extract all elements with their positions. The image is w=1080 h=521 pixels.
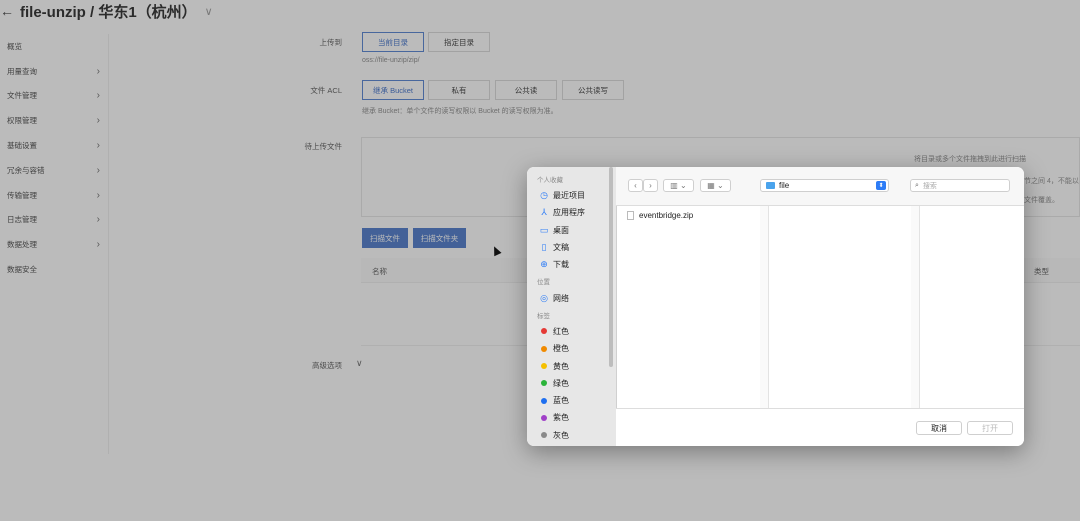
finder-sidebar-item[interactable]: ◷ 最近项目: [527, 187, 616, 204]
finder-tag-label: 黄色: [553, 361, 569, 371]
path-label: file: [779, 181, 790, 190]
chevron-left-icon: ‹: [634, 181, 637, 190]
tag-color-dot-icon: [541, 363, 547, 370]
search-field[interactable]: ⌕ 搜索: [910, 179, 1010, 192]
dialog-footer: 取消 打开: [616, 408, 1024, 446]
tag-color-dot-icon: [541, 328, 547, 335]
file-picker-dialog: 个人收藏 ◷ 最近项目 ⅄ 应用程序 ▭ 桌面 ▯ 文稿 ⊕ 下载位置 ◎ 网络标签 红色橙色黄色绿色蓝色…: [527, 167, 1024, 446]
open-button[interactable]: 打开: [967, 421, 1013, 435]
file-name: eventbridge.zip: [639, 211, 694, 220]
finder-tag-item[interactable]: 红色: [527, 323, 616, 340]
finder-tag-item[interactable]: 蓝色: [527, 392, 616, 409]
forward-button[interactable]: ›: [643, 179, 658, 192]
cancel-button[interactable]: 取消: [916, 421, 962, 435]
search-icon: ⌕: [915, 181, 919, 189]
finder-tag-item[interactable]: 紫色: [527, 409, 616, 426]
updown-arrows-icon: ⬍: [876, 181, 886, 190]
path-popup[interactable]: file ⬍: [760, 179, 889, 192]
finder-toolbar: ‹ › ▥ ⌄ ▦ ⌄ file ⬍ ⌕ 搜索: [616, 167, 1024, 206]
desktop-icon: ▭: [539, 224, 549, 235]
zip-file-icon: [627, 211, 634, 220]
finder-section-title: 位置: [537, 279, 550, 287]
tag-color-dot-icon: [541, 380, 547, 387]
browser-column-1: eventbridge.zip: [616, 206, 761, 408]
finder-tag-label: 红色: [553, 326, 569, 336]
finder-sidebar-item[interactable]: ▭ 桌面: [527, 222, 616, 239]
file-item[interactable]: eventbridge.zip: [627, 211, 693, 220]
download-icon: ⊕: [540, 259, 548, 270]
tag-color-dot-icon: [541, 345, 547, 352]
finder-sidebar-label: 桌面: [553, 225, 569, 235]
finder-tag-item[interactable]: 绿色: [527, 375, 616, 392]
finder-tag-label: 绿色: [553, 378, 569, 388]
finder-sidebar-item[interactable]: ▯ 文稿: [527, 239, 616, 256]
column-view-button[interactable]: ▥ ⌄: [663, 179, 694, 192]
finder-sidebar-label: 文稿: [553, 243, 569, 253]
finder-sidebar-item[interactable]: ⅄ 应用程序: [527, 204, 616, 221]
tag-color-dot-icon: [541, 414, 547, 421]
back-button[interactable]: ‹: [628, 179, 643, 192]
finder-section-title: 个人收藏: [537, 177, 563, 184]
column-browser: eventbridge.zip: [616, 206, 1024, 408]
finder-tag-label: 蓝色: [553, 396, 569, 406]
grid-view-button[interactable]: ▦ ⌄: [700, 179, 731, 192]
grid-view-icon: ▦ ⌄: [707, 181, 724, 190]
finder-sidebar-label: 下载: [553, 260, 569, 270]
browser-column-3: [919, 206, 1024, 408]
network-icon: ◎: [540, 292, 548, 303]
search-placeholder: 搜索: [922, 182, 937, 190]
finder-tag-item[interactable]: 黄色: [527, 357, 616, 374]
finder-section-title: 标签: [537, 312, 550, 320]
document-icon: ▯: [541, 242, 547, 253]
finder-sidebar-label: 应用程序: [553, 208, 585, 218]
folder-icon: [766, 182, 775, 189]
apps-icon: ⅄: [541, 207, 547, 218]
tag-color-dot-icon: [541, 397, 547, 404]
finder-tag-label: 灰色: [553, 430, 569, 440]
clock-icon: ◷: [540, 190, 548, 201]
finder-tag-label: 橙色: [553, 344, 569, 354]
finder-sidebar-label: 最近项目: [553, 191, 585, 201]
tag-color-dot-icon: [541, 432, 547, 439]
finder-tag-item[interactable]: 橙色: [527, 340, 616, 357]
columns-view-icon: ▥ ⌄: [670, 181, 687, 190]
chevron-right-icon: ›: [649, 181, 652, 190]
finder-tag-label: 紫色: [553, 413, 569, 423]
finder-sidebar: 个人收藏 ◷ 最近项目 ⅄ 应用程序 ▭ 桌面 ▯ 文稿 ⊕ 下载位置 ◎ 网络标签 红色橙色黄色绿色蓝色…: [527, 167, 617, 446]
finder-sidebar-item[interactable]: ◎ 网络: [527, 289, 616, 306]
finder-sidebar-label: 网络: [553, 293, 569, 303]
sidebar-scrollbar[interactable]: [609, 167, 613, 367]
browser-column-2: [768, 206, 912, 408]
finder-sidebar-item[interactable]: ⊕ 下载: [527, 256, 616, 273]
finder-tag-item[interactable]: 灰色: [527, 427, 616, 444]
